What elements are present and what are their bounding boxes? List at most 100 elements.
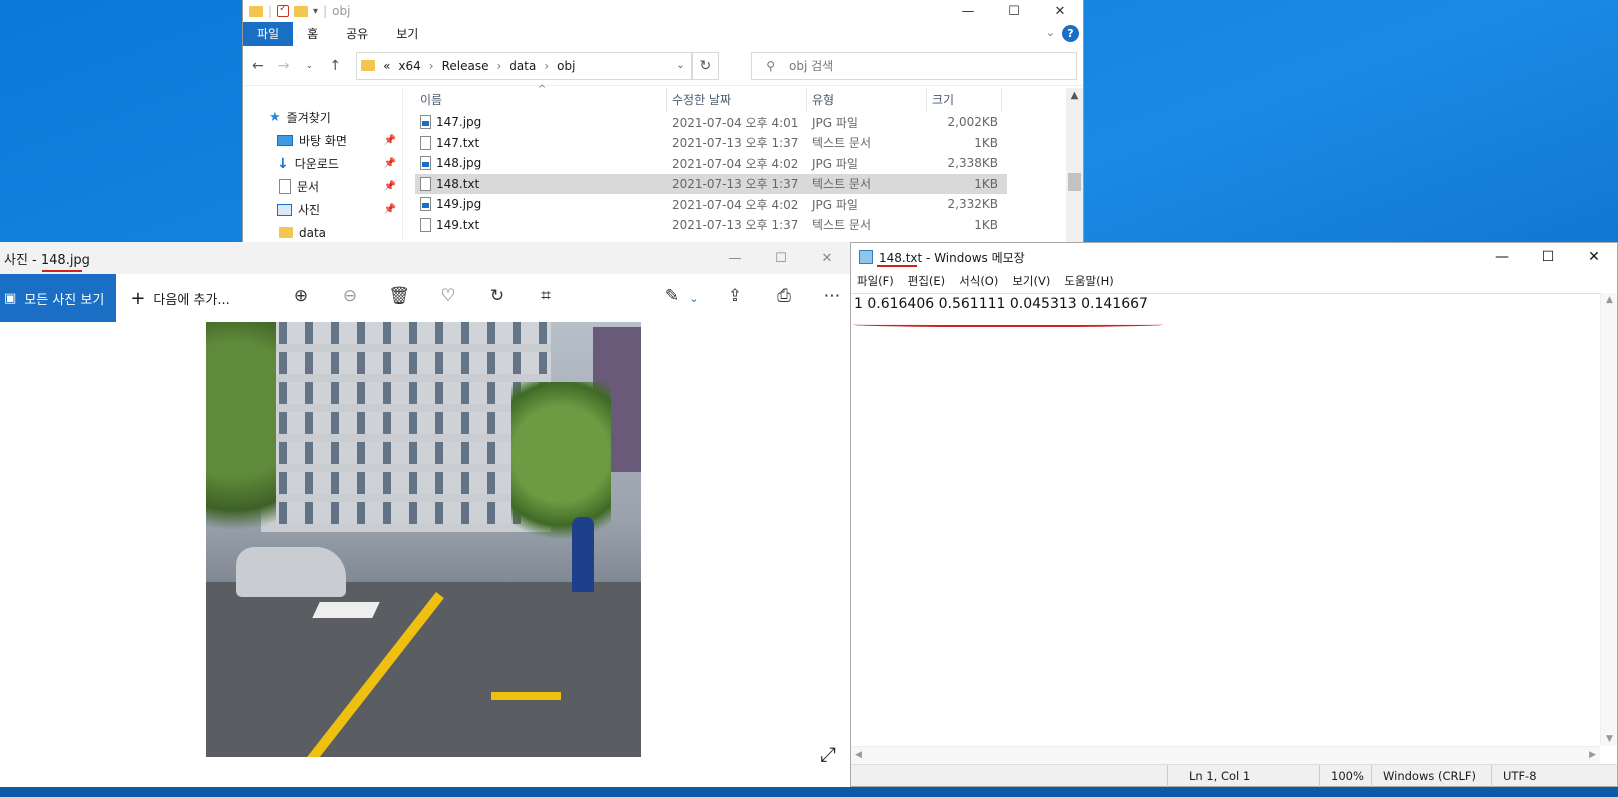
menu-edit[interactable]: 편집(E) bbox=[908, 273, 945, 289]
pictures-icon bbox=[277, 203, 292, 216]
breadcrumb-item[interactable]: x64 bbox=[398, 59, 420, 73]
close-button[interactable]: ✕ bbox=[1037, 0, 1083, 22]
download-icon: ↓ bbox=[277, 155, 289, 172]
minimize-button[interactable]: — bbox=[1479, 243, 1525, 271]
file-name-cell[interactable]: 149.txt bbox=[415, 217, 667, 232]
file-row[interactable]: 148.txt 2021-07-13 오후 1:37 텍스트 문서 1KB bbox=[415, 173, 1007, 194]
file-row[interactable]: 149.txt 2021-07-13 오후 1:37 텍스트 문서 1KB bbox=[415, 215, 1007, 236]
maximize-button[interactable]: ☐ bbox=[1525, 243, 1571, 271]
navigation-pane: ★ 즐겨찾기 바탕 화면 📌 ↓ 다운로드 📌 문서 📌 사진 📌 data bbox=[243, 88, 403, 242]
share-icon[interactable]: ⇪ bbox=[723, 286, 747, 306]
breadcrumb-item[interactable]: Release bbox=[442, 59, 489, 73]
file-date: 2021-07-04 오후 4:02 bbox=[672, 156, 799, 171]
search-input[interactable]: ⚲ obj 검색 bbox=[751, 51, 1078, 80]
column-header-size[interactable]: 크기 bbox=[927, 88, 1002, 112]
breadcrumb-prefix[interactable]: « bbox=[383, 59, 390, 73]
print-icon[interactable]: ⎙ bbox=[772, 286, 796, 306]
tab-home[interactable]: 홈 bbox=[293, 22, 332, 46]
up-icon[interactable]: ↑ bbox=[326, 58, 344, 74]
column-headers: 이름 수정한 날짜 유형 크기 bbox=[403, 88, 1083, 112]
text-editor[interactable]: 1 0.616406 0.561111 0.045313 0.141667 bbox=[851, 293, 1600, 746]
notepad-title: 148.txt - Windows 메모장 bbox=[879, 250, 1025, 265]
help-icon[interactable]: ? bbox=[1062, 25, 1079, 42]
scroll-up-icon[interactable]: ▲ bbox=[1066, 90, 1083, 101]
minimize-button[interactable]: — bbox=[712, 242, 758, 274]
file-name-cell[interactable]: 148.txt bbox=[415, 176, 667, 191]
file-size: 2,332KB bbox=[947, 197, 998, 212]
recent-locations-icon[interactable]: ⌄ bbox=[301, 61, 319, 71]
notepad-icon bbox=[859, 250, 873, 264]
file-row[interactable]: 148.jpg 2021-07-04 오후 4:02 JPG 파일 2,338KB bbox=[415, 153, 1007, 174]
minimize-button[interactable]: — bbox=[945, 0, 991, 22]
rotate-icon[interactable]: ↻ bbox=[485, 286, 509, 306]
menu-view[interactable]: 보기(V) bbox=[1012, 273, 1050, 289]
text-content[interactable]: 1 0.616406 0.561111 0.045313 0.141667 bbox=[851, 294, 1600, 312]
delete-icon[interactable]: 🗑 bbox=[387, 286, 411, 306]
breadcrumb-item[interactable]: data bbox=[509, 59, 536, 73]
close-button[interactable]: ✕ bbox=[804, 242, 850, 274]
forward-icon[interactable]: → bbox=[275, 58, 293, 74]
maximize-button[interactable]: ☐ bbox=[758, 242, 804, 274]
column-header-type[interactable]: 유형 bbox=[807, 88, 927, 112]
address-bar[interactable]: « x64 › Release › data › obj ⌄ bbox=[356, 51, 692, 80]
file-date: 2021-07-13 오후 1:37 bbox=[672, 218, 799, 233]
maximize-button[interactable]: ☐ bbox=[991, 0, 1037, 22]
menu-file[interactable]: 파일(F) bbox=[857, 273, 894, 289]
properties-icon[interactable] bbox=[277, 3, 290, 17]
file-type: JPG 파일 bbox=[812, 115, 858, 130]
nav-item-favorites[interactable]: ★ 즐겨찾기 bbox=[243, 106, 402, 129]
zoom-in-icon[interactable]: ⊕ bbox=[289, 286, 313, 306]
menu-help[interactable]: 도움말(H) bbox=[1064, 273, 1113, 289]
nav-item-documents[interactable]: 문서 📌 bbox=[243, 175, 402, 198]
close-button[interactable]: ✕ bbox=[1571, 243, 1617, 271]
scroll-left-icon[interactable]: ◀ bbox=[855, 750, 862, 760]
more-icon[interactable]: ⋯ bbox=[820, 286, 844, 306]
tab-share[interactable]: 공유 bbox=[332, 22, 382, 46]
favorite-icon[interactable]: ♡ bbox=[436, 286, 460, 306]
nav-item-data[interactable]: data bbox=[243, 221, 402, 242]
pin-icon: 📌 bbox=[383, 158, 396, 169]
chevron-down-icon[interactable]: ⌄ bbox=[676, 60, 684, 71]
file-name-cell[interactable]: 149.jpg bbox=[415, 197, 667, 212]
vertical-scrollbar[interactable]: ▲ ▼ bbox=[1600, 293, 1617, 746]
file-name-cell[interactable]: 147.jpg bbox=[415, 115, 667, 130]
tab-file[interactable]: 파일 bbox=[243, 22, 294, 46]
red-underline-annotation bbox=[853, 321, 1163, 327]
horizontal-scrollbar[interactable]: ◀ ▶ bbox=[851, 746, 1600, 764]
file-type: JPG 파일 bbox=[812, 156, 858, 171]
column-header-date[interactable]: 수정한 날짜 bbox=[667, 88, 807, 112]
vertical-scrollbar[interactable]: ▲ bbox=[1066, 88, 1083, 242]
file-name: 148.jpg bbox=[436, 156, 482, 171]
zoom-out-icon[interactable]: ⊖ bbox=[338, 286, 362, 306]
file-row[interactable]: 149.jpg 2021-07-04 오후 4:02 JPG 파일 2,332KB bbox=[415, 194, 1007, 215]
file-name-cell[interactable]: 148.jpg bbox=[415, 156, 667, 171]
all-photos-button[interactable]: ▣ 모든 사진 보기 bbox=[0, 274, 117, 322]
file-row[interactable]: 147.jpg 2021-07-04 오후 4:01 JPG 파일 2,002KB bbox=[415, 112, 1007, 133]
file-name-cell[interactable]: 147.txt bbox=[415, 135, 667, 150]
refresh-button[interactable]: ↻ bbox=[691, 51, 720, 80]
scroll-up-icon[interactable]: ▲ bbox=[1601, 295, 1618, 305]
edit-icon[interactable]: ✎ bbox=[660, 286, 684, 306]
image-file-icon bbox=[420, 197, 431, 212]
image-file-icon bbox=[420, 156, 431, 171]
expand-ribbon-icon[interactable]: ⌄ bbox=[1046, 26, 1055, 39]
nav-item-desktop[interactable]: 바탕 화면 📌 bbox=[243, 129, 402, 152]
scroll-right-icon[interactable]: ▶ bbox=[1589, 750, 1596, 760]
notepad-menubar: 파일(F) 편집(E) 서식(O) 보기(V) 도움말(H) bbox=[851, 271, 1617, 291]
tab-view[interactable]: 보기 bbox=[382, 22, 432, 46]
back-icon[interactable]: ← bbox=[249, 58, 267, 74]
fullscreen-icon[interactable]: ⤢ bbox=[820, 742, 836, 766]
nav-item-downloads[interactable]: ↓ 다운로드 📌 bbox=[243, 152, 402, 175]
scroll-down-icon[interactable]: ▼ bbox=[1601, 734, 1618, 744]
new-folder-icon[interactable] bbox=[294, 5, 309, 17]
add-to-button[interactable]: + 다음에 추가... bbox=[130, 288, 229, 309]
breadcrumb-item[interactable]: obj bbox=[557, 59, 575, 73]
quick-access-dropdown-icon[interactable]: ▾ bbox=[313, 6, 318, 17]
scroll-thumb[interactable] bbox=[1068, 173, 1081, 191]
nav-item-pictures[interactable]: 사진 📌 bbox=[243, 198, 402, 221]
menu-format[interactable]: 서식(O) bbox=[959, 273, 998, 289]
chevron-down-icon[interactable]: ⌄ bbox=[682, 292, 706, 305]
file-row[interactable]: 147.txt 2021-07-13 오후 1:37 텍스트 문서 1KB bbox=[415, 133, 1007, 154]
image-file-icon bbox=[420, 115, 431, 130]
crop-icon[interactable]: ⌗ bbox=[534, 286, 558, 306]
